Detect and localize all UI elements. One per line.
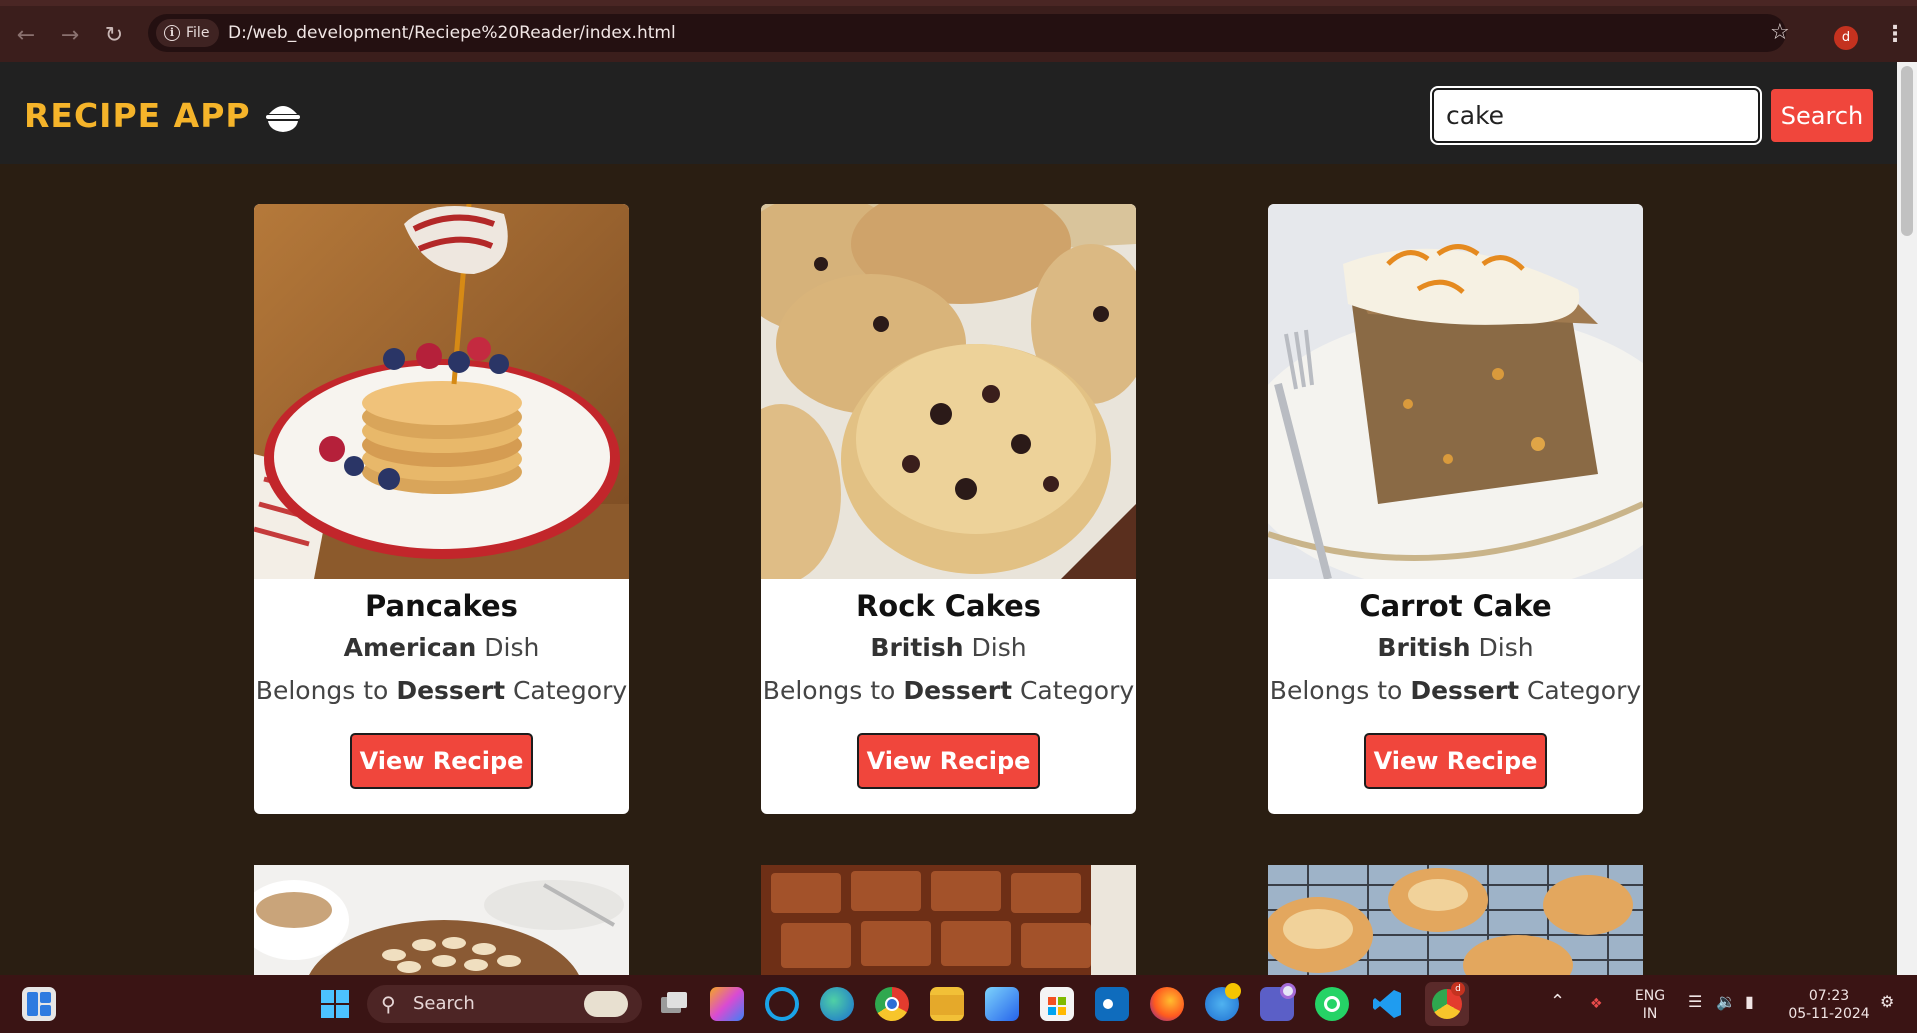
category-suffix: Category	[1012, 676, 1135, 705]
recipe-area: British Dish	[1268, 633, 1643, 662]
browser-toolbar: ← → ↻ i File D:/web_development/Reciepe%…	[0, 0, 1917, 62]
recipe-card	[254, 865, 629, 975]
app-logo: RECIPE APP	[24, 96, 303, 135]
carrot-cake-image	[1268, 204, 1643, 579]
chrome-icon[interactable]	[875, 987, 909, 1021]
windows-start-icon[interactable]	[318, 987, 352, 1021]
lang-line2: IN	[1642, 1006, 1658, 1022]
rock-cakes-image	[761, 204, 1136, 579]
recipe-image	[761, 865, 1136, 975]
recipe-image	[254, 865, 629, 975]
taskbar-search[interactable]: ⚲ Search	[367, 985, 642, 1023]
recipe-card: Pancakes American Dish Belongs to Desser…	[254, 204, 629, 814]
clock-time: 07:23	[1808, 988, 1850, 1004]
recipe-area: American Dish	[254, 633, 629, 662]
view-recipe-button[interactable]: View Recipe	[350, 733, 533, 789]
category-name: Dessert	[1410, 676, 1520, 705]
windows-taskbar: ⚲ Search d ⌃ ❖ ENG IN ☰ 🔉 ▮ 07:23 05-11-…	[0, 975, 1917, 1033]
area-suffix: Dish	[963, 633, 1027, 662]
site-chip-label: File	[186, 25, 210, 41]
search-highlight-icon	[584, 991, 628, 1017]
back-arrow-icon[interactable]: ←	[12, 22, 40, 50]
view-recipe-button[interactable]: View Recipe	[1364, 733, 1547, 789]
area-suffix: Dish	[476, 633, 540, 662]
photos-icon[interactable]	[985, 987, 1019, 1021]
recipe-card	[1268, 865, 1643, 975]
taskbar-search-label: Search	[413, 993, 475, 1014]
area-name: British	[870, 633, 964, 662]
search-input[interactable]	[1430, 86, 1762, 145]
search-icon: ⚲	[381, 992, 396, 1016]
wifi-icon[interactable]: ☰	[1688, 993, 1702, 1011]
vscode-icon[interactable]	[1370, 987, 1404, 1021]
info-icon: i	[164, 25, 180, 41]
clock[interactable]: 07:23 05-11-2024	[1784, 987, 1874, 1023]
cortana-icon[interactable]	[765, 987, 799, 1021]
menu-kebab-icon[interactable]: ⋮	[1884, 22, 1906, 47]
category-suffix: Category	[505, 676, 628, 705]
page-scrollbar[interactable]	[1897, 62, 1917, 975]
scrollbar-thumb[interactable]	[1901, 66, 1913, 236]
area-name: American	[343, 633, 477, 662]
recipe-image	[1268, 865, 1643, 975]
edge-icon[interactable]	[820, 987, 854, 1021]
recipe-name: Carrot Cake	[1359, 589, 1552, 623]
task-view-icon[interactable]	[656, 987, 690, 1021]
language-indicator[interactable]: ENG IN	[1632, 987, 1668, 1023]
category-suffix: Category	[1519, 676, 1642, 705]
whatsapp-icon[interactable]	[1315, 987, 1349, 1021]
site-info-chip[interactable]: i File	[156, 19, 220, 47]
recipe-name: Pancakes	[365, 589, 518, 623]
file-explorer-icon[interactable]	[930, 987, 964, 1021]
recipe-card: Carrot Cake British Dish Belongs to Dess…	[1268, 204, 1643, 814]
app-title: RECIPE APP	[24, 96, 251, 135]
view-recipe-button[interactable]: View Recipe	[857, 733, 1040, 789]
tray-overflow-icon[interactable]: ⌃	[1550, 993, 1565, 1011]
store-icon[interactable]	[1040, 987, 1074, 1021]
chrome-active-icon[interactable]: d	[1425, 982, 1469, 1026]
search-button[interactable]: Search	[1771, 89, 1873, 142]
outlook-icon[interactable]	[1095, 987, 1129, 1021]
clock-date: 05-11-2024	[1788, 1006, 1870, 1022]
recipe-card: Rock Cakes British Dish Belongs to Desse…	[761, 204, 1136, 814]
app-header: RECIPE APP Search	[0, 62, 1897, 164]
area-name: British	[1377, 633, 1471, 662]
profile-avatar[interactable]: d	[1834, 26, 1858, 50]
recipe-card	[761, 865, 1136, 975]
recipe-name: Rock Cakes	[855, 589, 1042, 623]
battery-icon[interactable]: ▮	[1745, 993, 1754, 1011]
category-prefix: Belongs to	[1269, 676, 1411, 705]
firefox-icon[interactable]	[1150, 987, 1184, 1021]
notifications-icon[interactable]: ⚙	[1880, 993, 1894, 1011]
pancakes-image	[254, 204, 629, 579]
chrome-profile-badge: d	[1451, 982, 1465, 996]
teams-icon[interactable]	[1260, 983, 1296, 1021]
url-text[interactable]: D:/web_development/Reciepe%20Reader/inde…	[228, 14, 676, 52]
lang-line1: ENG	[1634, 988, 1666, 1004]
tray-app-icon[interactable]: ❖	[1590, 995, 1603, 1013]
recipe-category: Belongs to Dessert Category	[254, 676, 629, 705]
recipe-category: Belongs to Dessert Category	[1268, 676, 1643, 705]
bowl-icon	[265, 105, 300, 132]
category-prefix: Belongs to	[762, 676, 904, 705]
copilot-icon[interactable]	[710, 987, 744, 1021]
bookmark-star-icon[interactable]: ☆	[1770, 20, 1790, 45]
volume-icon[interactable]: 🔉	[1716, 993, 1736, 1011]
widgets-icon[interactable]	[22, 987, 56, 1021]
category-prefix: Belongs to	[255, 676, 397, 705]
category-name: Dessert	[396, 676, 506, 705]
category-name: Dessert	[903, 676, 1013, 705]
area-suffix: Dish	[1470, 633, 1534, 662]
reload-icon[interactable]: ↻	[100, 22, 128, 50]
forward-arrow-icon[interactable]: →	[56, 22, 84, 50]
address-bar[interactable]: i File D:/web_development/Reciepe%20Read…	[148, 14, 1786, 52]
weather-icon[interactable]	[1205, 983, 1241, 1021]
recipe-area: British Dish	[761, 633, 1136, 662]
recipe-category: Belongs to Dessert Category	[761, 676, 1136, 705]
